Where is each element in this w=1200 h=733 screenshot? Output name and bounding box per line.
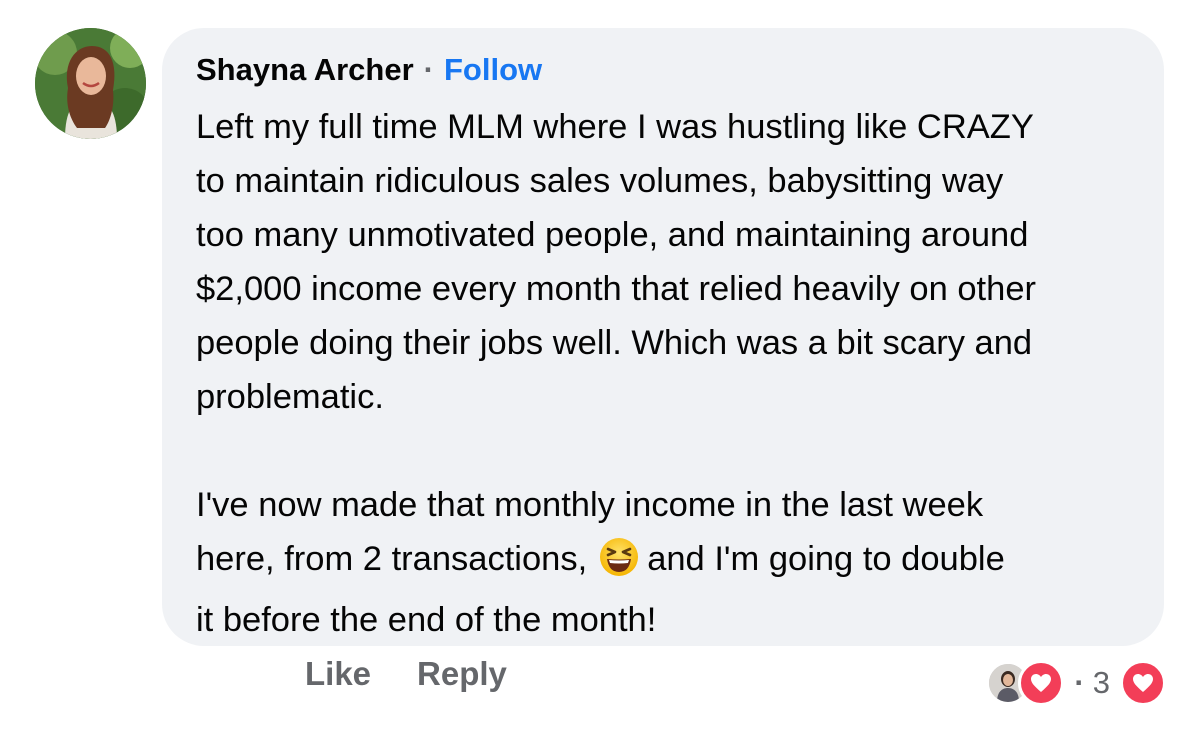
laughing-squinting-face-icon — [599, 537, 639, 593]
comment-line: Left my full time MLM where I was hustli… — [196, 108, 1034, 146]
heart-icon[interactable] — [1120, 660, 1166, 706]
header-separator: · — [423, 52, 434, 87]
comment-body: Left my full time MLM where I was hustli… — [196, 100, 1130, 647]
heart-icon — [1018, 660, 1065, 706]
reaction-count: · 3 — [1074, 665, 1110, 700]
avatar-photo — [35, 28, 146, 139]
comment-line: people doing their jobs well. Which was … — [196, 324, 1033, 362]
follow-link[interactable]: Follow — [444, 52, 542, 88]
reaction-summary[interactable]: · 3 — [986, 657, 1166, 709]
comment-line: and I'm going to double — [647, 540, 1005, 578]
comment-actions: Like Reply — [305, 655, 507, 693]
like-button[interactable]: Like — [305, 655, 371, 693]
author-name[interactable]: Shayna Archer — [196, 52, 414, 88]
comment-line: it before the end of the month! — [196, 601, 657, 639]
comment-line: too many unmotivated people, and maintai… — [196, 216, 1029, 254]
comment-paragraph-2: I've now made that monthly income in the… — [196, 478, 1130, 647]
comment-thread: Shayna Archer · Follow Left my full time… — [0, 0, 1200, 733]
comment-header: Shayna Archer · Follow — [196, 48, 1130, 92]
comment-line: problematic. — [196, 378, 384, 416]
author-avatar[interactable] — [35, 28, 146, 139]
comment-bubble: Shayna Archer · Follow Left my full time… — [162, 28, 1164, 646]
comment-paragraph-1: Left my full time MLM where I was hustli… — [196, 100, 1130, 424]
comment-line: to maintain ridiculous sales volumes, ba… — [196, 162, 1004, 200]
reply-button[interactable]: Reply — [417, 655, 507, 693]
comment-line: here, from 2 transactions, — [196, 540, 588, 578]
comment-line: I've now made that monthly income in the… — [196, 486, 984, 524]
comment-line: $2,000 income every month that relied he… — [196, 270, 1036, 308]
